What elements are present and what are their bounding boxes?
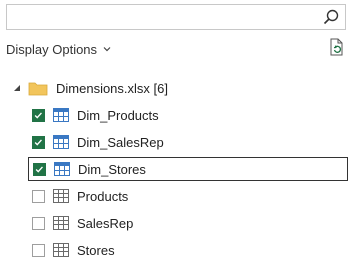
tree-item-dim-stores[interactable]: Dim_Stores [28,157,348,181]
tree-item-label: Dim_Products [77,107,159,123]
chevron-down-icon [103,47,111,52]
table-icon [53,135,69,149]
checkbox-icon[interactable] [33,162,46,176]
checkbox-icon[interactable] [32,243,45,257]
display-options-dropdown[interactable]: Display Options [6,40,111,58]
worksheet-icon [53,216,69,230]
table-icon [54,162,70,176]
tree-root-label: Dimensions.xlsx [6] [56,80,168,96]
display-options-label: Display Options [6,41,98,57]
refresh-icon[interactable] [326,37,346,57]
folder-icon [28,82,48,96]
tree-item-dim-salesrep[interactable]: Dim_SalesRep [28,130,348,154]
table-icon [53,108,69,122]
worksheet-icon [53,189,69,203]
tree-item-products[interactable]: Products [28,184,348,208]
tree-item-dim-products[interactable]: Dim_Products [28,103,348,127]
checkbox-icon[interactable] [32,216,45,230]
tree-root-dimensions[interactable]: Dimensions.xlsx [6] [12,76,168,100]
tree-item-salesrep[interactable]: SalesRep [28,211,348,235]
search-icon[interactable] [323,9,339,25]
tree-item-stores[interactable]: Stores [28,238,348,262]
tree-item-label: SalesRep [77,215,134,231]
search-box[interactable] [6,4,346,30]
checkbox-icon[interactable] [32,135,45,149]
tree-item-label: Stores [77,242,115,258]
checkbox-icon[interactable] [32,189,45,203]
expander-icon[interactable] [12,83,22,93]
tree-item-label: Products [77,188,129,204]
tree-item-label: Dim_Stores [78,161,146,177]
search-input[interactable] [7,5,319,29]
tree-item-label: Dim_SalesRep [77,134,164,150]
checkbox-icon[interactable] [32,108,45,122]
worksheet-icon [53,243,69,257]
